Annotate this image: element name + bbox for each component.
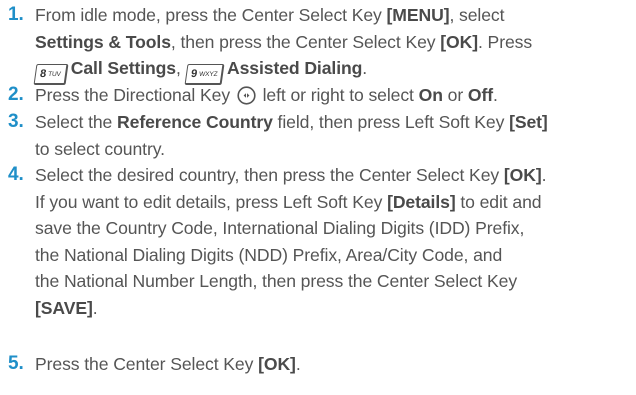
off-option-ref: Off [467,85,494,105]
reference-country-ref: Reference Country [117,112,273,132]
instruction-page: 1. From idle mode, press the Center Sele… [0,0,636,395]
step-text-run: the National Dialing Digits (NDD) Prefix… [35,244,503,265]
details-key-ref: [Details] [387,191,456,212]
step-text: Select the desired country, then press t… [35,162,628,322]
step-text-run: , then press the Center Select Key [170,31,441,52]
settings-tools-ref: Settings & Tools [35,31,171,52]
step-text-run: Press the Directional Key [35,85,235,105]
step-text-run: . [295,354,301,374]
step-text-run: to edit and [455,191,542,212]
step-text-run: . Press [477,31,533,52]
ok-key-ref: [OK] [503,165,542,185]
step-1: 1. From idle mode, press the Center Sele… [8,2,628,86]
ok-key-ref: [OK] [440,31,478,52]
step-text-run: From idle mode, press the Center Select … [35,5,387,25]
key-main-label: 8 [39,68,47,81]
step-number: 3. [8,111,24,132]
on-option-ref: On [418,85,443,105]
key-sub-label: WXYZ [198,71,218,79]
step-text-run: . [362,58,368,79]
step-5: 5. Press the Center Select Key [OK]. [8,351,628,378]
step-text-run: . [493,85,498,105]
step-text-run: left or right to select [257,85,419,105]
menu-key-ref: [MENU] [386,5,450,25]
save-key-ref: [SAVE] [35,297,93,318]
step-text-run: , select [449,5,505,25]
key-sub-label: TUV [47,71,62,79]
step-text-run: . [92,297,98,318]
step-text-run: If you want to edit details, press Left … [35,191,388,212]
ok-key-ref: [OK] [258,354,296,374]
step-text-run: , [176,58,186,79]
step-text-run: save the Country Code, International Dia… [35,218,525,239]
call-settings-ref: Call Settings [70,58,176,79]
key-main-label: 9 [189,68,198,81]
step-text: Select the Reference Country field, then… [35,109,628,162]
step-number: 4. [8,164,24,185]
assisted-dialing-ref: Assisted Dialing [227,58,363,79]
step-text: Press the Center Select Key [OK]. [35,351,628,378]
step-3: 3. Select the Reference Country field, t… [8,109,628,162]
step-text: Press the Directional Key left or right … [35,82,628,113]
step-text-run: Press the Center Select Key [35,354,259,374]
step-text-run: or [442,85,468,105]
set-key-ref: [Set] [509,112,548,132]
step-text-run: Select the [35,112,118,132]
step-4: 4. Select the desired country, then pres… [8,162,628,322]
step-text: From idle mode, press the Center Select … [33,2,628,86]
step-text-run: the National Number Length, then press t… [35,271,518,292]
step-number: 5. [8,353,24,374]
step-text-run: field, then press Left Soft Key [272,112,510,132]
step-text-run: . [541,165,547,185]
step-number: 1. [8,4,24,25]
step-text-run: Select the desired country, then press t… [35,165,504,185]
step-2: 2. Press the Directional Key left or rig… [8,82,628,113]
step-number: 2. [8,84,24,105]
step-text-run: to select country. [35,138,165,159]
